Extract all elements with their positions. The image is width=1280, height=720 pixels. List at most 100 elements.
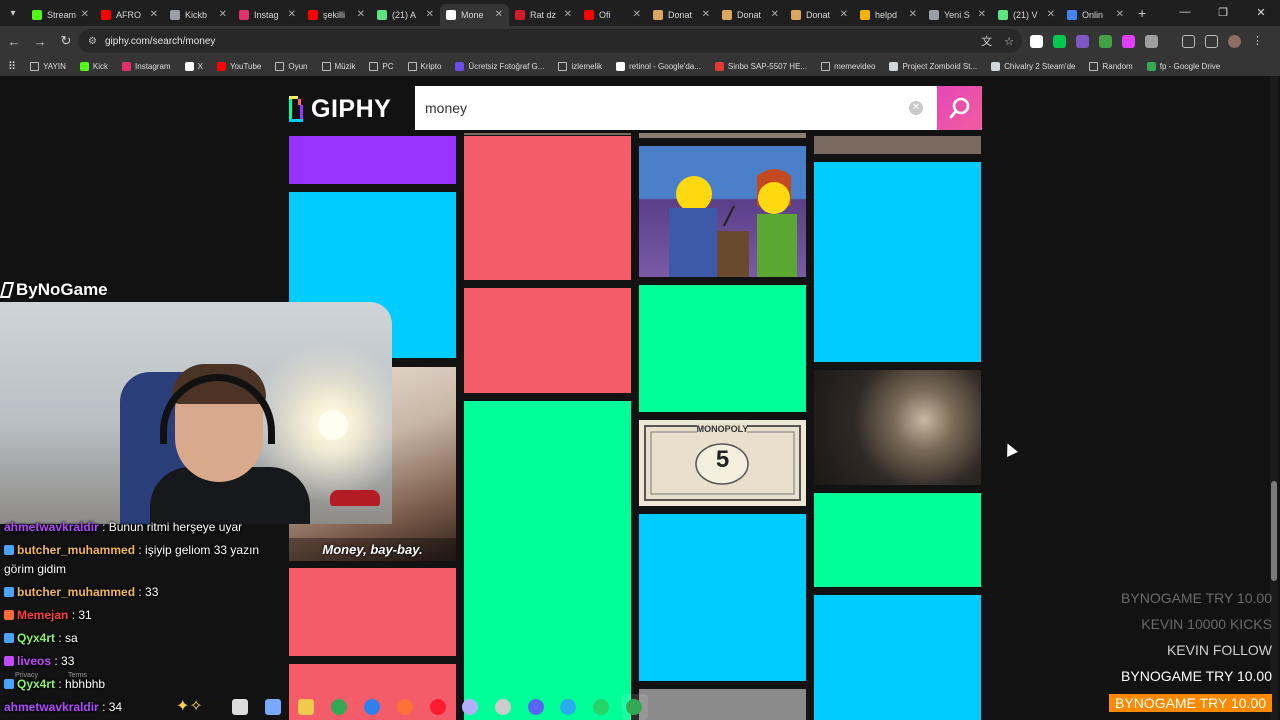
site-info-icon[interactable]: ⚙ [88,36,97,47]
search-button[interactable] [937,86,982,130]
reload-icon[interactable]: ↻ [54,29,78,53]
gif-green-3[interactable] [814,493,981,587]
bookmark-item[interactable]: Instagram [122,61,171,71]
gif-cyan-3[interactable] [814,162,981,362]
browser-tab[interactable]: Instag ✕ [233,4,302,26]
outlook-icon[interactable] [364,699,380,715]
gif-strip-top-3[interactable] [814,136,981,154]
extension-icon[interactable] [1122,34,1135,48]
tab-close-icon[interactable]: ✕ [1116,9,1124,20]
bookmark-item[interactable]: Ücretsiz Fotoğraf G... [455,61,544,71]
tab-close-icon[interactable]: ✕ [564,9,572,20]
gif-strip-top-2[interactable] [639,133,806,138]
tab-close-icon[interactable]: ✕ [633,9,641,20]
browser-tab[interactable]: Donat ✕ [785,4,854,26]
translate-icon[interactable]: 文 [981,33,992,49]
scrollbar-thumb[interactable] [1271,481,1277,581]
bookmark-star-icon[interactable]: ☆ [1004,35,1014,48]
tab-close-icon[interactable]: ✕ [219,9,227,20]
browser-tab[interactable]: Mone ✕ [440,3,509,26]
gif-strip-top-4[interactable] [464,133,631,135]
extension-icon[interactable] [1076,34,1089,48]
bookmark-item[interactable]: memevideo [821,61,875,71]
minimize-icon[interactable]: — [1166,0,1204,24]
close-window-icon[interactable]: ✕ [1242,0,1280,24]
bookmark-item[interactable]: izlemelik [558,61,602,71]
browser-tab[interactable]: Donat ✕ [716,4,785,26]
bookmark-item[interactable]: YAYIN [30,61,66,71]
tab-close-icon[interactable]: ✕ [909,9,917,20]
whatsapp-icon[interactable] [593,699,609,715]
extensions-puzzle-icon[interactable] [1145,34,1158,48]
back-icon[interactable]: ← [2,29,26,53]
gif-simpsons[interactable] [639,146,806,277]
forward-icon[interactable]: → [28,29,52,53]
terms-link[interactable]: Terms [68,672,87,679]
browser-tab[interactable]: Kickb ✕ [164,4,233,26]
bookmark-item[interactable]: Random [1089,61,1133,71]
chrome-active-icon[interactable] [626,699,642,715]
bookmark-item[interactable]: YouTube [216,61,261,71]
browser-tab[interactable]: helpd ✕ [854,4,923,26]
browser-tab[interactable]: AFRO ✕ [95,4,164,26]
media-control-icon[interactable] [1205,34,1218,48]
bookmark-item[interactable]: Chivalry 2 Steam'de [991,61,1075,71]
gif-purple[interactable] [289,136,456,184]
tab-close-icon[interactable]: ✕ [81,9,89,20]
download-icon[interactable] [1182,34,1195,48]
discord-icon[interactable] [528,699,544,715]
browser-tab[interactable]: Donat ✕ [647,4,716,26]
tab-close-icon[interactable]: ✕ [288,9,296,20]
browser-tab[interactable]: (21) A ✕ [371,4,440,26]
extension-icon[interactable] [1099,34,1112,48]
bookmark-item[interactable]: X [184,61,203,71]
extension-icon[interactable] [1053,34,1066,48]
browser-tab[interactable]: Rat dz ✕ [509,4,578,26]
gif-green-2[interactable] [639,285,806,412]
tab-close-icon[interactable]: ✕ [150,9,158,20]
url-field[interactable]: ⚙ giphy.com/search/money 文 ☆ [78,29,1022,53]
gif-money-sniff[interactable] [814,370,981,485]
clear-search-icon[interactable]: ✕ [909,101,923,115]
giphy-logo[interactable]: GIPHY [289,94,391,124]
tab-close-icon[interactable]: ✕ [840,9,848,20]
tab-close-icon[interactable]: ✕ [978,9,986,20]
copilot-icon[interactable] [265,699,281,715]
apps-grid-icon[interactable]: ⠿ [8,60,16,73]
browser-tab[interactable]: (21) V ✕ [992,4,1061,26]
tab-close-icon[interactable]: ✕ [357,9,365,20]
gif-cyan-4[interactable] [814,595,981,720]
browser-tab[interactable]: Yeni S ✕ [923,4,992,26]
gif-red-4[interactable] [464,288,631,393]
bookmark-item[interactable]: Project Zomboid St... [889,61,977,71]
file-explorer-icon[interactable] [298,699,314,715]
bookmark-item[interactable]: Oyun [275,61,308,71]
tab-close-icon[interactable]: ✕ [1047,9,1055,20]
extension-icon[interactable] [1030,34,1043,48]
gif-strip-bottom[interactable] [639,689,806,720]
browser-tab[interactable]: Onlin ✕ [1061,4,1130,26]
tab-close-icon[interactable]: ✕ [771,9,779,20]
gif-monopoly[interactable]: MONOPOLY 5 [639,420,806,506]
bookmark-item[interactable]: Kripto [407,61,441,71]
bookmark-item[interactable]: Sinbo SAP-5507 HE... [714,61,807,71]
browser-tab[interactable]: Stream ✕ [26,4,95,26]
gif-red-3[interactable] [464,136,631,280]
bookmark-item[interactable]: retinol - Google'da... [616,61,701,71]
privacy-link[interactable]: Privacy [15,672,38,679]
bookmark-item[interactable]: fp - Google Drive [1146,61,1220,71]
tab-close-icon[interactable]: ✕ [702,9,710,20]
opera-icon[interactable] [430,699,446,715]
chrome-icon[interactable] [331,699,347,715]
tab-close-icon[interactable]: ✕ [495,9,503,20]
task-view-icon[interactable] [232,699,248,715]
tab-close-icon[interactable]: ✕ [426,9,434,20]
browser-tab[interactable]: şekilli ✕ [302,4,371,26]
search-input[interactable] [425,100,895,116]
menu-kebab-icon[interactable]: ⋮ [1251,35,1264,48]
bookmark-item[interactable]: PC [369,61,394,71]
gif-green-1[interactable] [464,401,631,720]
gif-red-1[interactable] [289,568,456,656]
new-tab-icon[interactable]: + [1138,5,1146,21]
bookmark-item[interactable]: Kick [79,61,108,71]
